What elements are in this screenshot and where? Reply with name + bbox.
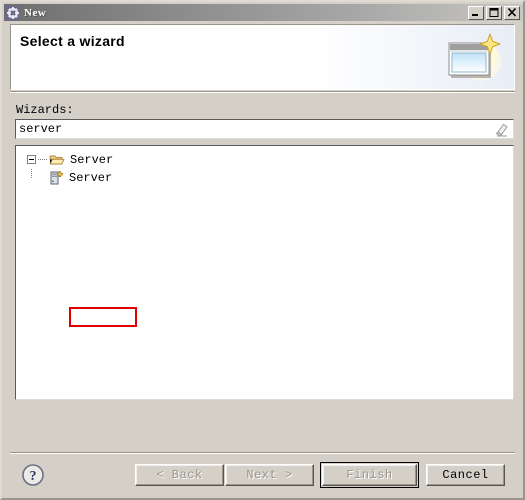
wizard-header: Select a wizard (10, 24, 515, 90)
wizards-label: Wizards: (16, 103, 74, 117)
svg-text:?: ? (30, 469, 37, 484)
filter-field[interactable] (15, 119, 514, 139)
highlight-box (69, 307, 137, 327)
tree-node-label: Server (70, 152, 114, 167)
maximize-button[interactable] (486, 5, 502, 20)
page-title: Select a wizard (20, 33, 125, 49)
help-question-icon[interactable]: ? (21, 463, 45, 487)
eraser-icon[interactable] (494, 121, 510, 137)
footer-separator (10, 452, 515, 454)
wizards-tree[interactable]: Server Server (15, 145, 514, 400)
cancel-button[interactable]: Cancel (426, 464, 505, 486)
gear-icon (6, 5, 20, 20)
tree-row[interactable]: Server (16, 151, 513, 168)
close-button[interactable] (504, 5, 520, 20)
filter-input[interactable] (19, 121, 494, 137)
tree-node-label: Server (69, 170, 113, 185)
tree-row[interactable]: Server (16, 169, 513, 186)
next-button[interactable]: Next > (225, 464, 314, 486)
window-title: New (24, 6, 47, 19)
open-folder-icon (49, 152, 65, 168)
wizard-banner-icon (446, 32, 502, 84)
title-bar[interactable]: New (4, 4, 523, 21)
new-wizard-dialog: New Select a wizard Wizards: server Serv… (0, 0, 525, 500)
minimize-button[interactable] (468, 5, 484, 20)
finish-button-default-frame: Finish (320, 462, 419, 488)
window-controls (468, 5, 523, 20)
back-button[interactable]: < Back (135, 464, 224, 486)
server-new-icon (48, 170, 64, 186)
header-separator (10, 91, 515, 93)
tree-connector (31, 169, 32, 178)
finish-button[interactable]: Finish (322, 464, 417, 486)
tree-connector (38, 159, 47, 160)
minus-box-icon[interactable] (27, 155, 36, 164)
